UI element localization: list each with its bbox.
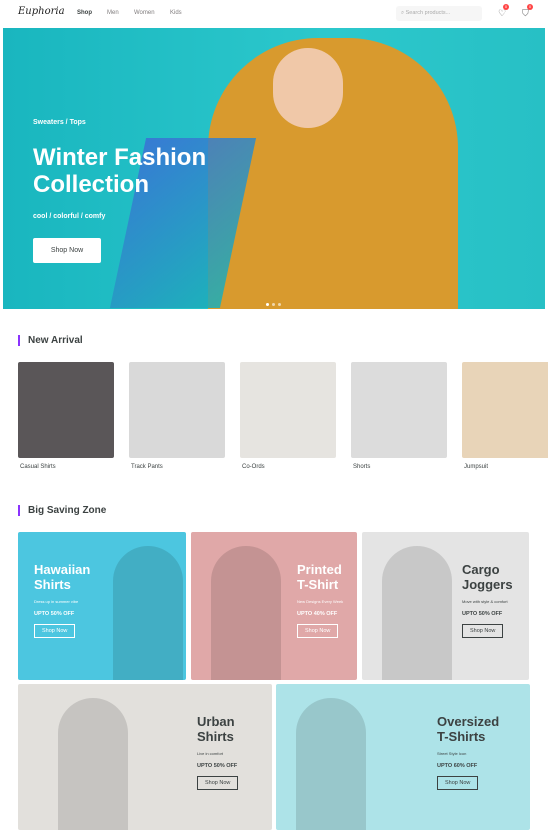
wishlist-badge: 0 [503, 4, 509, 10]
promo-offer: UPTO 50% OFF [197, 763, 238, 769]
promo-desc: Move with style & comfort [462, 599, 508, 604]
slide-dots[interactable] [266, 303, 281, 306]
promo-offer: UPTO 60% OFF [437, 763, 478, 769]
nav-shop[interactable]: Shop [77, 10, 92, 16]
header: Euphoria Shop Men Women Kids ⌕ Search pr… [0, 0, 548, 28]
promo-desc: Street Style Icon [437, 751, 467, 756]
slide-dot[interactable] [266, 303, 269, 306]
promo-shop-now-button[interactable]: Shop Now [437, 776, 479, 790]
nav-women[interactable]: Women [134, 10, 155, 16]
logo[interactable]: Euphoria [18, 6, 65, 17]
promo-offer: UPTO 50% OFF [34, 611, 75, 617]
promo-title-line2: Shirts [34, 577, 71, 592]
promo-desc: Dress up in summer vibe [34, 599, 79, 604]
hero-tagline: cool / colorful / comfy [33, 213, 106, 220]
promo-shop-now-button[interactable]: Shop Now [197, 776, 239, 790]
arrival-image[interactable] [462, 362, 548, 458]
hero-image-face [273, 48, 343, 128]
promo-offer: UPTO 50% OFF [462, 611, 503, 617]
arrival-image[interactable] [129, 362, 225, 458]
promo-shop-now-button[interactable]: Shop Now [462, 624, 504, 638]
promo-desc: New Designs Every Week [297, 599, 344, 604]
arrival-label: Co-Ords [242, 464, 265, 470]
arrival-item[interactable]: Track Pants [129, 362, 225, 470]
promo-offer: UPTO 40% OFF [297, 611, 338, 617]
promo-image [382, 546, 452, 680]
big-saving-heading: Big Saving Zone [18, 505, 106, 516]
promo-title: Urban [197, 714, 235, 729]
promo-title-line2: T-Shirts [437, 729, 486, 744]
slide-dot[interactable] [272, 303, 275, 306]
promo-card[interactable]: Cargo Joggers Move with style & comfort … [362, 532, 529, 680]
hero-banner: Sweaters / Tops Winter Fashion Collectio… [3, 28, 545, 309]
promo-image [58, 698, 128, 830]
search-input[interactable]: ⌕ Search products... [396, 6, 482, 21]
promo-shop-now-button[interactable]: Shop Now [34, 624, 76, 638]
arrival-item[interactable]: Shorts [351, 362, 447, 470]
arrival-label: Casual Shirts [20, 464, 56, 470]
promo-card[interactable]: Printed T-Shirt New Designs Every Week U… [191, 532, 357, 680]
promo-card[interactable]: Urban Shirts Live in comfort UPTO 50% OF… [18, 684, 272, 830]
new-arrival-heading: New Arrival [18, 335, 83, 346]
arrival-label: Track Pants [131, 464, 163, 470]
slide-dot[interactable] [278, 303, 281, 306]
promo-title: Printed [297, 562, 342, 577]
promo-title-line2: Shirts [197, 729, 234, 744]
arrival-item[interactable]: Jumpsuit [462, 362, 548, 470]
arrival-image[interactable] [351, 362, 447, 458]
hero-shop-now-button[interactable]: Shop Now [33, 238, 101, 263]
promo-shop-now-button[interactable]: Shop Now [297, 624, 339, 638]
promo-image [296, 698, 366, 830]
arrival-item[interactable]: Co-Ords [240, 362, 336, 470]
promo-desc: Live in comfort [197, 751, 224, 756]
cart-badge: 0 [527, 4, 533, 10]
arrival-image[interactable] [18, 362, 114, 458]
promo-title: Hawaiian [34, 562, 91, 577]
arrival-image[interactable] [240, 362, 336, 458]
promo-image [113, 546, 183, 680]
arrival-label: Shorts [353, 464, 371, 470]
promo-title-line2: T-Shirt [297, 577, 339, 592]
arrival-item[interactable]: Casual Shirts [18, 362, 114, 470]
arrival-label: Jumpsuit [464, 464, 489, 470]
promo-card[interactable]: Hawaiian Shirts Dress up in summer vibe … [18, 532, 186, 680]
nav-men[interactable]: Men [107, 10, 119, 16]
search-placeholder: Search products... [405, 10, 451, 16]
hero-title: Winter Fashion Collection [33, 144, 207, 198]
promo-title: Oversized [437, 714, 500, 729]
promo-title-line2: Joggers [462, 577, 513, 592]
hero-category: Sweaters / Tops [33, 119, 86, 126]
promo-card[interactable]: Oversized T-Shirts Street Style Icon UPT… [276, 684, 530, 830]
nav-kids[interactable]: Kids [170, 10, 182, 16]
promo-image [211, 546, 281, 680]
promo-title: Cargo [462, 562, 500, 577]
